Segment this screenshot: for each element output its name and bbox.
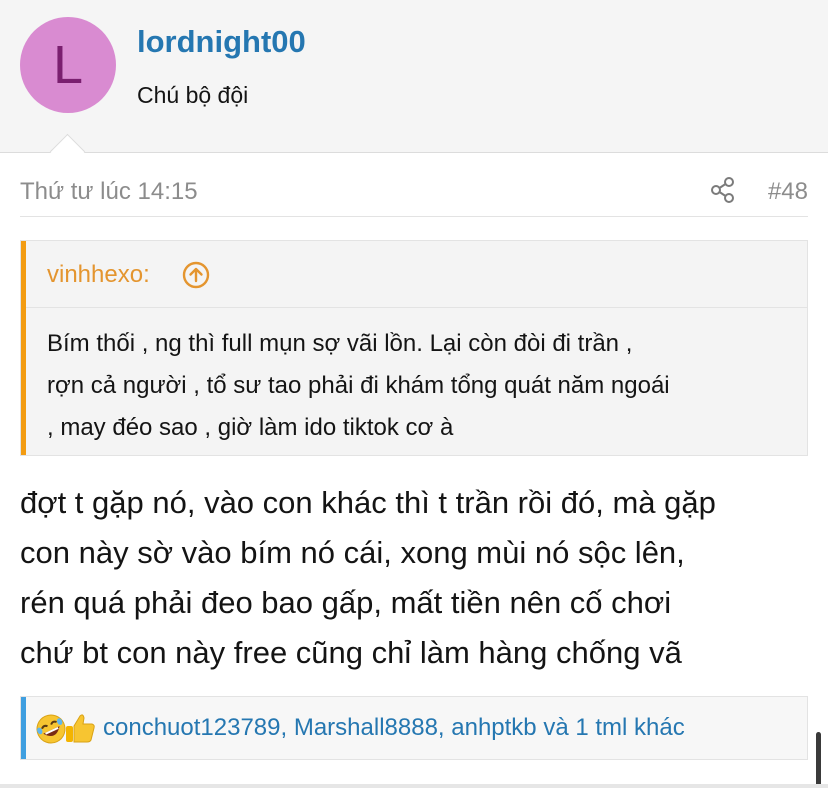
quote-line: , may đéo sao , giờ làm ido tiktok cơ à [47,414,454,441]
quote-text: Bím thối , ng thì full mụn sợ vãi lồn. L… [47,323,797,449]
thumbs-up-emoji-icon [63,711,97,745]
reactions-users-link[interactable]: conchuot123789, Marshall8888, anhptkb và… [103,714,685,742]
post-body-line: rén quá phải đeo bao gấp, mất tiền nên c… [20,585,672,620]
username-link[interactable]: lordnight00 [137,24,306,60]
post-date-link[interactable]: Thứ tư lúc 14:15 [20,178,198,206]
scrollbar[interactable] [816,732,821,788]
avatar[interactable]: L [20,17,116,113]
reactions-accent-bar [21,697,26,759]
post-meta: Thứ tư lúc 14:15 #48 [20,170,808,217]
post-body-line: chứ bt con này free cũng chỉ làm hàng ch… [20,635,682,670]
reactions-bar[interactable]: conchuot123789, Marshall8888, anhptkb và… [20,696,808,760]
bottom-divider [0,784,828,788]
post-body-line: con này sờ vào bím nó cái, xong mùi nó s… [20,535,685,570]
quote-line: Bím thối , ng thì full mụn sợ vãi lồn. L… [47,330,633,357]
quote-author-link[interactable]: vinhhexo: [47,261,150,289]
post-body: đợt t gặp nó, vào con khác thì t trần rồ… [20,478,820,678]
user-header: L lordnight00 Chú bộ đội [0,0,828,153]
quote-header: vinhhexo: [26,241,807,308]
post-number-link[interactable]: #48 [768,178,808,206]
quote-line: rợn cả người , tổ sư tao phải đi khám tổ… [47,372,670,399]
user-title: Chú bộ đội [137,82,249,108]
quote-block: vinhhexo: Bím thối , ng thì full mụn sợ … [20,240,808,456]
share-icon[interactable] [710,176,736,204]
arrow-up-circle-icon[interactable] [182,261,210,289]
post-body-line: đợt t gặp nó, vào con khác thì t trần rồ… [20,485,716,520]
